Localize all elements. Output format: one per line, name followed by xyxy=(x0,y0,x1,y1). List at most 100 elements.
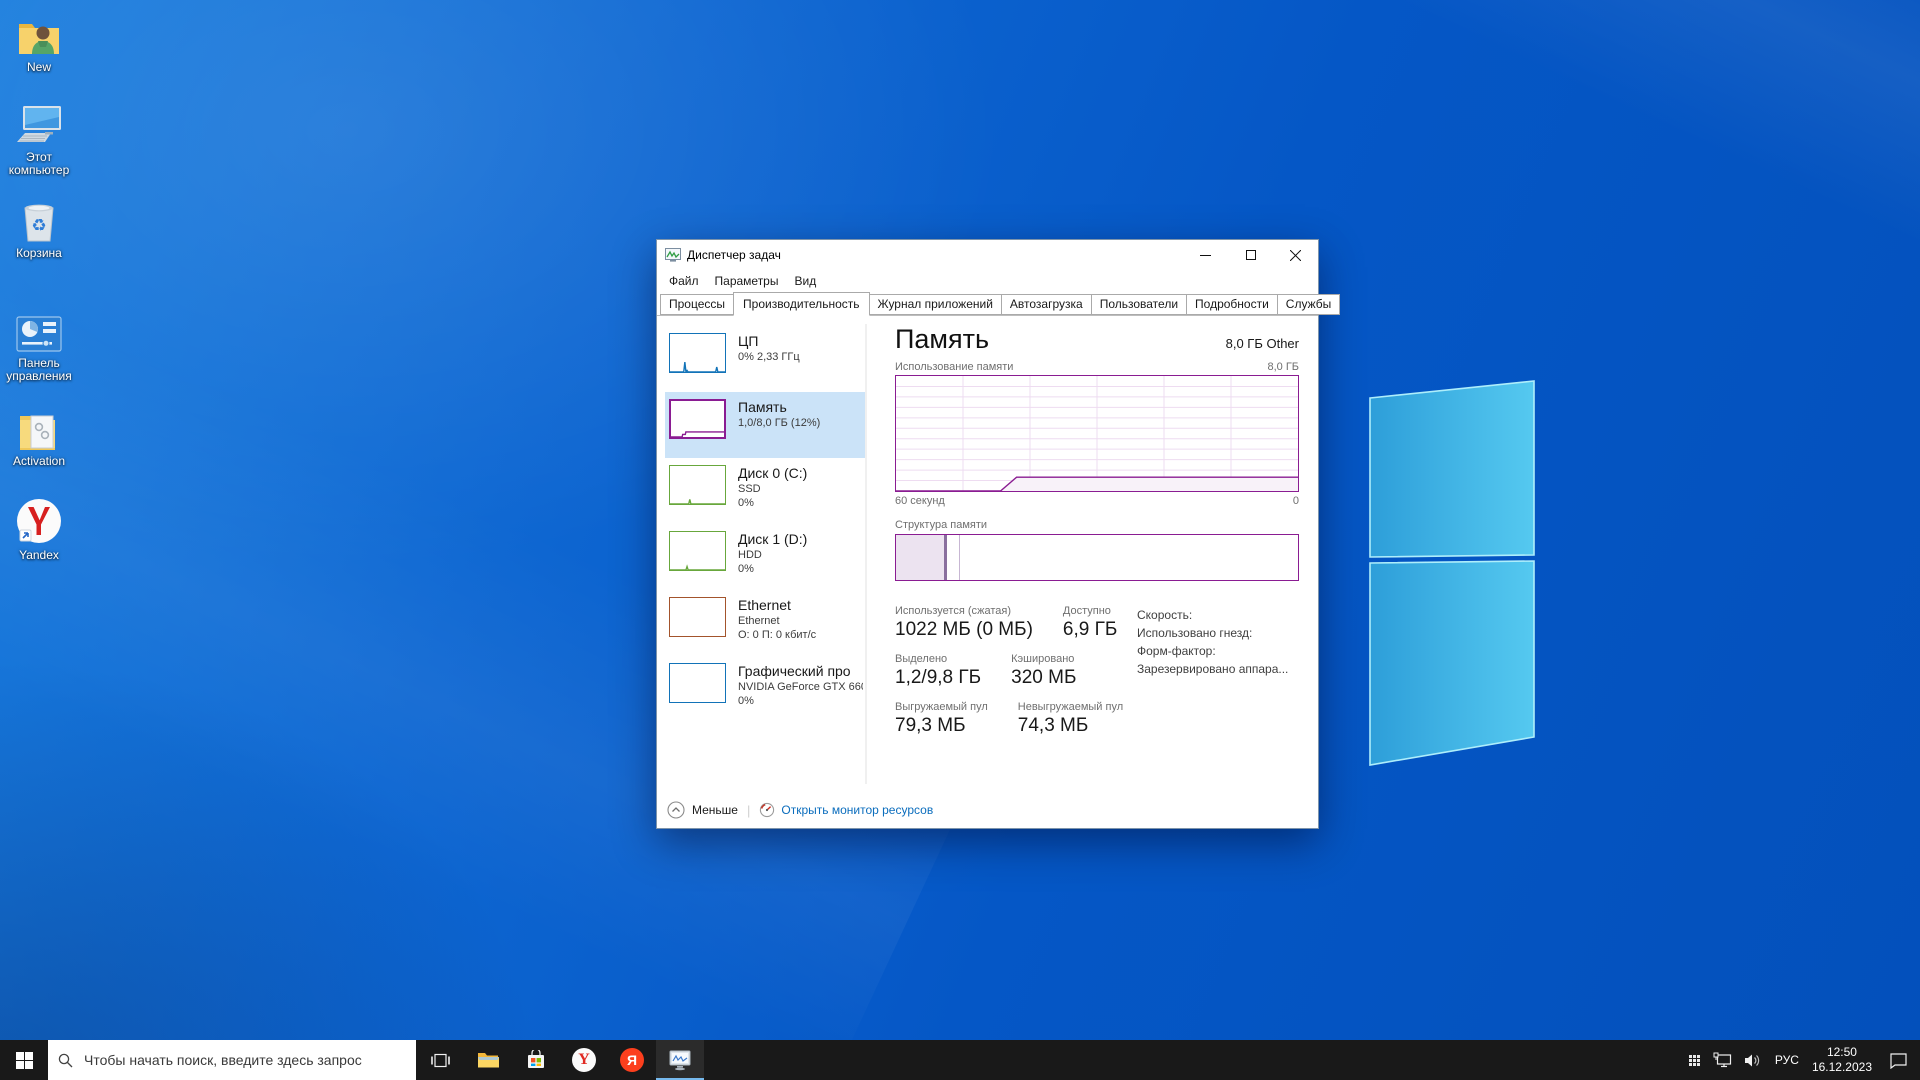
desktop-icon-control-panel[interactable]: Панель управления xyxy=(0,308,78,383)
stat-committed: Выделено 1,2/9,8 ГБ xyxy=(895,653,982,688)
task-view-button[interactable] xyxy=(416,1040,464,1080)
menu-file[interactable]: Файл xyxy=(661,272,707,290)
fewer-details-button[interactable]: Меньше xyxy=(667,801,738,819)
windows-start-icon xyxy=(15,1051,33,1069)
memory-composition-bar xyxy=(895,534,1299,581)
tab-startup[interactable]: Автозагрузка xyxy=(1000,294,1092,315)
panel-title: Память xyxy=(895,324,990,354)
windows-logo-wallpaper xyxy=(1369,380,1535,766)
ethernet-mini-chart xyxy=(669,597,726,637)
sidebar-item-disk0[interactable]: Диск 0 (C:) SSD 0% xyxy=(665,458,867,524)
stat-in-use: Используется (сжатая) 1022 МБ (0 МБ) xyxy=(895,605,1033,640)
tab-app-history[interactable]: Журнал приложений xyxy=(868,294,1002,315)
sidebar-item-ethernet[interactable]: Ethernet Ethernet О: 0 П: 0 кбит/с xyxy=(665,590,867,656)
task-manager-icon xyxy=(669,1050,691,1071)
chart-now-label: 0 xyxy=(1292,495,1299,507)
task-manager-app-icon xyxy=(665,247,681,262)
yandex-search-icon: Я xyxy=(620,1048,644,1072)
minimize-button[interactable] xyxy=(1183,240,1228,270)
desktop-icon-activation[interactable]: Activation xyxy=(0,406,78,468)
disk1-mini-chart xyxy=(669,531,726,571)
tab-details[interactable]: Подробности xyxy=(1186,294,1278,315)
sidebar-item-disk1[interactable]: Диск 1 (D:) HDD 0% xyxy=(665,524,867,590)
menu-view[interactable]: Вид xyxy=(786,272,824,290)
tab-strip: Процессы Производительность Журнал прило… xyxy=(657,291,1341,316)
tab-performance[interactable]: Производительность xyxy=(733,292,870,316)
taskbar-search[interactable] xyxy=(48,1040,416,1080)
sidebar-item-memory[interactable]: Память 1,0/8,0 ГБ (12%) xyxy=(665,392,867,458)
recycle-bin-icon: ♻ xyxy=(0,198,78,244)
cpu-mini-chart xyxy=(669,333,726,373)
yandex-browser-button[interactable]: Y xyxy=(560,1040,608,1080)
desktop-icon-recycle-bin[interactable]: ♻ Корзина xyxy=(0,198,78,260)
desktop-icon-new[interactable]: New xyxy=(0,12,78,74)
microsoft-store-button[interactable] xyxy=(512,1040,560,1080)
microsoft-store-icon xyxy=(528,1050,544,1068)
close-button[interactable] xyxy=(1273,240,1318,270)
search-icon xyxy=(58,1053,73,1067)
performance-sidebar: ЦП 0% 2,33 ГГц Память 1,0/8,0 ГБ (12%) Д… xyxy=(657,316,871,792)
composition-segment-in-use xyxy=(896,535,947,580)
composition-segment-standby-free xyxy=(960,535,1298,580)
clock[interactable]: 12:50 16.12.2023 xyxy=(1812,1045,1872,1075)
gpu-mini-chart xyxy=(669,663,726,703)
memory-stats: Используется (сжатая) 1022 МБ (0 МБ) Дос… xyxy=(895,605,1137,749)
chevron-up-circle-icon xyxy=(667,801,685,819)
system-tray: РУС 12:50 16.12.2023 xyxy=(1687,1040,1920,1080)
usage-chart-label: Использование памяти xyxy=(895,361,1014,373)
memory-usage-chart-svg xyxy=(896,376,1298,491)
control-panel-icon xyxy=(0,308,78,354)
action-center-icon[interactable] xyxy=(1889,1052,1908,1069)
yandex-browser-icon: Y xyxy=(572,1048,596,1072)
file-explorer-button[interactable] xyxy=(464,1040,512,1080)
desktop-icon-yandex[interactable]: Yandex xyxy=(0,499,78,562)
memory-panel: Память 8,0 ГБ Other Использование памяти… xyxy=(895,316,1299,792)
clock-time: 12:50 xyxy=(1826,1045,1857,1059)
window-footer: Меньше | Открыть монитор ресурсов xyxy=(657,792,1318,828)
stat-paged-pool: Выгружаемый пул 79,3 МБ xyxy=(895,701,988,736)
this-pc-icon xyxy=(0,102,78,148)
task-manager-taskbar-button[interactable] xyxy=(656,1040,704,1080)
yandex-browser-icon xyxy=(0,499,78,546)
tab-services[interactable]: Службы xyxy=(1276,294,1341,315)
task-view-icon xyxy=(430,1053,450,1067)
disk0-mini-chart xyxy=(669,465,726,505)
language-indicator[interactable]: РУС xyxy=(1773,1053,1801,1067)
memory-mini-chart xyxy=(669,399,726,439)
yandex-search-button[interactable]: Я xyxy=(608,1040,656,1080)
footer-separator: | xyxy=(746,802,751,818)
volume-icon[interactable] xyxy=(1744,1053,1762,1068)
desktop-icon-this-pc[interactable]: Этот компьютер xyxy=(0,102,78,177)
stat-non-paged-pool: Невыгружаемый пул 74,3 МБ xyxy=(1017,701,1124,736)
open-resource-monitor-link[interactable]: Открыть монитор ресурсов xyxy=(759,802,933,818)
clock-date: 16.12.2023 xyxy=(1811,1060,1872,1074)
network-icon[interactable] xyxy=(1713,1052,1733,1068)
tab-processes[interactable]: Процессы xyxy=(660,294,735,315)
menu-bar: Файл Параметры Вид xyxy=(657,270,1318,291)
user-folder-icon xyxy=(0,12,78,58)
taskbar: Y Я xyxy=(0,1040,1920,1080)
maximize-button[interactable] xyxy=(1228,240,1273,270)
window-titlebar[interactable]: Диспетчер задач xyxy=(657,240,1318,270)
start-button[interactable] xyxy=(0,1040,48,1080)
stat-cached: Кэшировано 320 МБ xyxy=(1011,653,1077,688)
stat-available: Доступно 6,9 ГБ xyxy=(1062,605,1118,640)
memory-capacity: 8,0 ГБ Other xyxy=(1225,336,1299,351)
tab-users[interactable]: Пользователи xyxy=(1090,294,1188,315)
sidebar-item-cpu[interactable]: ЦП 0% 2,33 ГГц xyxy=(665,326,867,392)
usage-chart-max: 8,0 ГБ xyxy=(1267,361,1299,373)
taskbar-empty-area xyxy=(704,1040,1687,1080)
chart-timespan-label: 60 секунд xyxy=(895,495,945,507)
resource-monitor-gauge-icon xyxy=(760,802,775,818)
memory-usage-chart xyxy=(895,375,1299,492)
task-manager-window: Диспетчер задач Файл Параметры Вид Проце… xyxy=(656,239,1341,829)
window-title: Диспетчер задач xyxy=(687,248,781,262)
file-explorer-icon xyxy=(478,1053,499,1068)
desktop: New Этот компьютер ♻ Корзина Панель упра… xyxy=(0,0,1920,1080)
menu-options[interactable]: Параметры xyxy=(707,272,787,290)
search-input[interactable] xyxy=(82,1051,406,1069)
composition-label: Структура памяти xyxy=(895,519,988,531)
activation-folder-icon xyxy=(0,406,78,452)
sidebar-item-gpu[interactable]: Графический про NVIDIA GeForce GTX 660 0… xyxy=(665,656,867,722)
tray-grid-icon[interactable] xyxy=(1687,1053,1702,1068)
